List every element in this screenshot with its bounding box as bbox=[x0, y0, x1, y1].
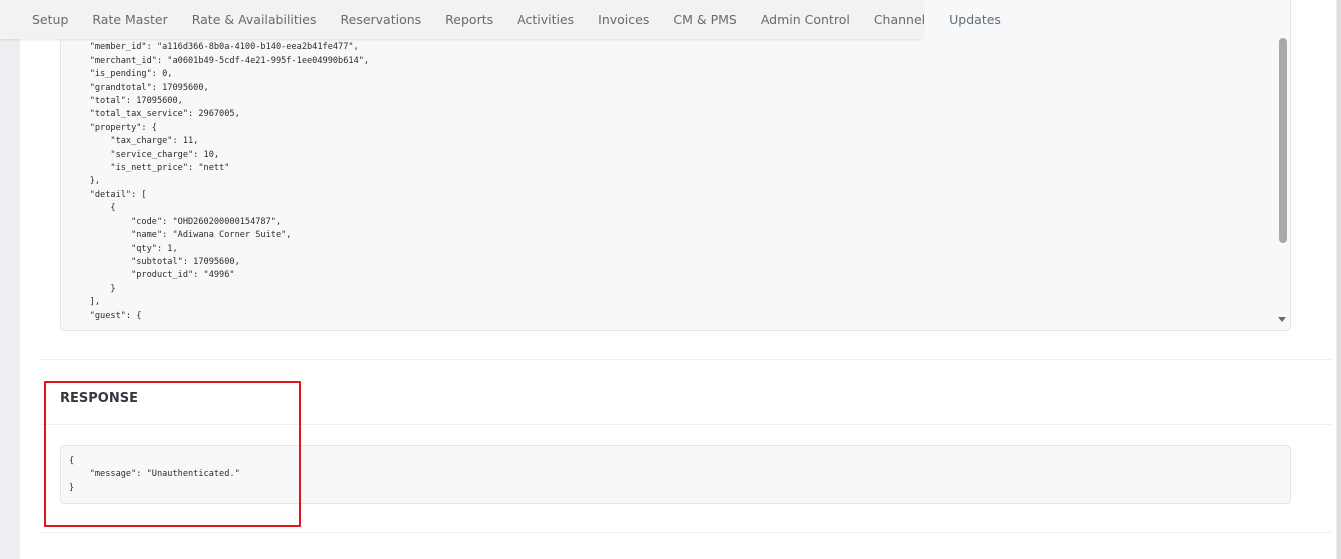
nav-item-rate-availabilities[interactable]: Rate & Availabilities bbox=[180, 12, 329, 27]
top-navigation: Setup Rate Master Rate & Availabilities Res… bbox=[0, 0, 1001, 39]
nav-item-admin-control[interactable]: Admin Control bbox=[749, 12, 862, 27]
nav-item-invoices[interactable]: Invoices bbox=[586, 12, 661, 27]
request-body-code-block[interactable]: "code": "P9bdtACy", "member_id": "a116d3… bbox=[60, 0, 1291, 331]
code-scrollbar[interactable] bbox=[1274, 0, 1290, 330]
scroll-down-arrow-icon[interactable] bbox=[1278, 317, 1286, 322]
nav-item-activities[interactable]: Activities bbox=[505, 12, 586, 27]
response-highlight-box bbox=[44, 381, 301, 527]
page-scrollbar[interactable] bbox=[1337, 0, 1341, 559]
nav-item-rate-master[interactable]: Rate Master bbox=[80, 12, 179, 27]
nav-item-reservations[interactable]: Reservations bbox=[329, 12, 434, 27]
nav-item-cm-pms[interactable]: CM & PMS bbox=[661, 12, 748, 27]
section-divider bbox=[40, 359, 1331, 360]
response-footer-divider bbox=[40, 532, 1331, 533]
nav-item-channel[interactable]: Channel bbox=[862, 12, 937, 27]
code-scrollbar-thumb[interactable] bbox=[1279, 38, 1287, 243]
nav-item-setup[interactable]: Setup bbox=[0, 12, 80, 27]
main-panel: "code": "P9bdtACy", "member_id": "a116d3… bbox=[20, 0, 1336, 559]
nav-item-reports[interactable]: Reports bbox=[433, 12, 505, 27]
request-body-code: "code": "P9bdtACy", "member_id": "a116d3… bbox=[89, 29, 370, 321]
nav-item-updates[interactable]: Updates bbox=[937, 12, 1013, 27]
